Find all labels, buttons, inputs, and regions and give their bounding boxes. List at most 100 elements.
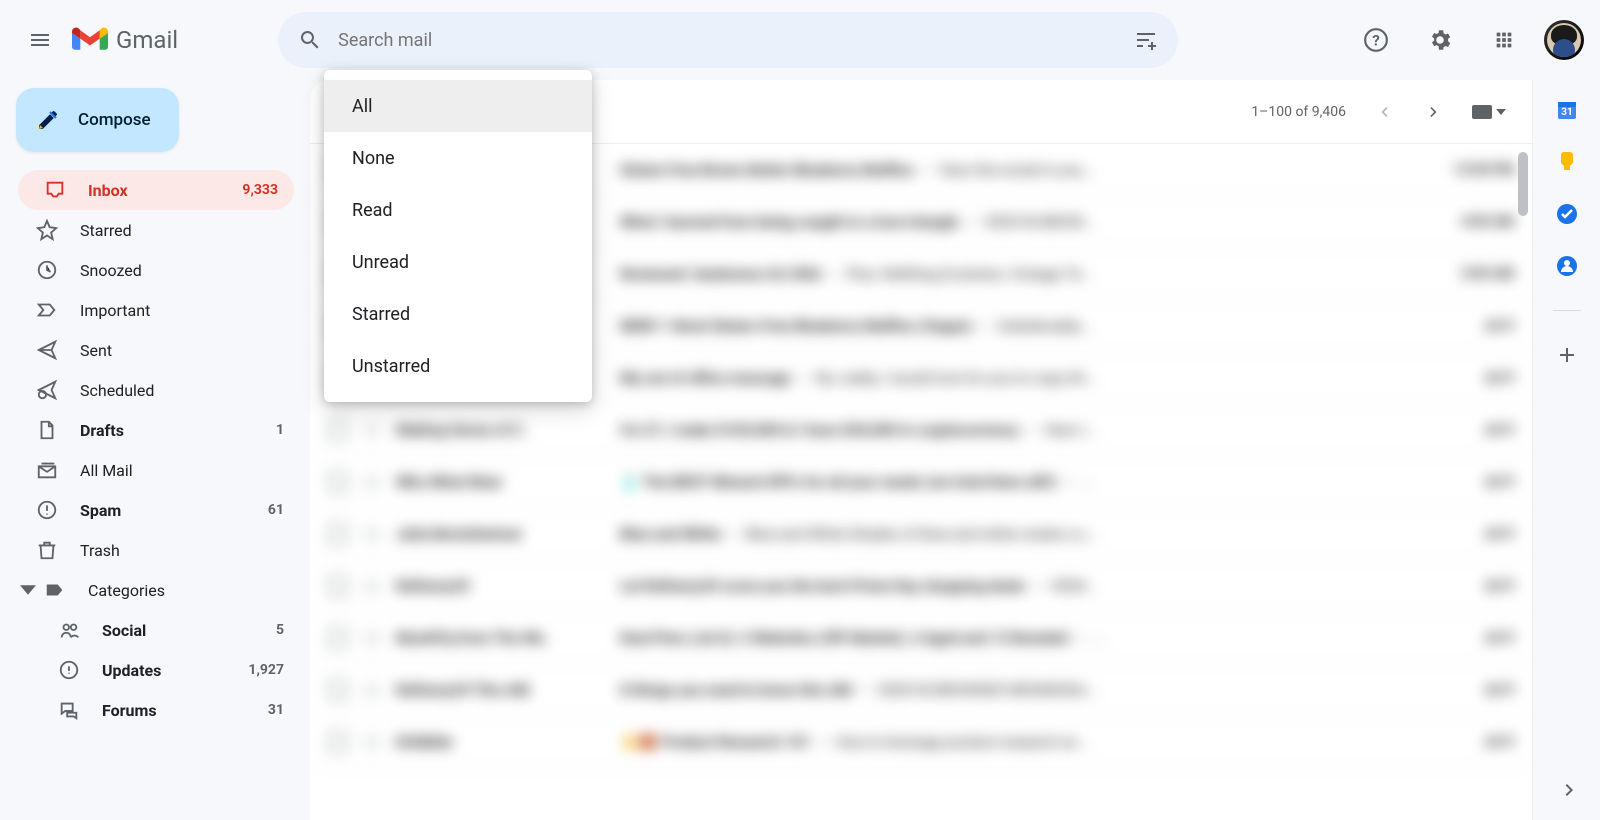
add-addon-button[interactable] [1555,343,1579,367]
sidebar-item-count: 61 [268,502,284,518]
sidebar-item-label: Drafts [80,421,254,440]
email-checkbox[interactable] [328,472,348,492]
sidebar-item-count: 5 [276,622,284,638]
gmail-logo[interactable]: Gmail [72,26,178,54]
email-date: Jul 9 [1434,526,1514,542]
email-row[interactable]: Dribbble 👋🏀 Product Research 101 – How t… [310,716,1532,768]
email-row[interactable]: Julia Berolzheimer Blue and White – Blue… [310,508,1532,560]
sidebar-item-count: 1,927 [248,662,284,678]
rail-divider [1553,310,1581,311]
tasks-icon[interactable] [1555,202,1579,226]
select-menu-starred[interactable]: Starred [324,288,592,340]
email-subject: Reviewed: Sanbrenzo SL100A – Plus: Refit… [620,265,1420,283]
support-button[interactable]: ? [1352,16,1400,64]
older-button[interactable] [1414,92,1454,132]
star-icon[interactable] [362,732,382,752]
sidebar-item-starred[interactable]: Starred [10,210,300,250]
calendar-icon[interactable]: 31 [1555,98,1579,122]
pagination-info: 1–100 of 9,406 [1251,104,1346,120]
clock-icon [36,259,58,281]
product-name: Gmail [116,26,178,54]
select-menu-none[interactable]: None [324,132,592,184]
sidebar-item-important[interactable]: Important [10,290,300,330]
select-menu-read[interactable]: Read [324,184,592,236]
apps-button[interactable] [1480,16,1528,64]
sidebar-item-count: 31 [268,702,284,718]
select-menu-all[interactable]: All [324,80,592,132]
email-row[interactable]: Who What Wear 🧴 The BEST Mineral SPFs fo… [310,456,1532,508]
sidebar-category-updates[interactable]: Updates 1,927 [32,650,300,690]
sidebar-item-snoozed[interactable]: Snoozed [10,250,300,290]
svg-text:31: 31 [1561,107,1572,118]
sidebar-item-label: Trash [80,541,262,560]
svg-text:?: ? [1372,31,1380,49]
sidebar-category-forums[interactable]: Forums 31 [32,690,300,730]
trash-icon [36,539,58,561]
star-icon[interactable] [362,576,382,596]
sidebar-item-spam[interactable]: Spam 61 [10,490,300,530]
email-date: Jul 9 [1434,578,1514,594]
compose-label: Compose [78,110,151,130]
star-icon[interactable] [362,420,382,440]
settings-button[interactable] [1416,16,1464,64]
contacts-icon[interactable] [1555,254,1579,278]
label-icon [44,579,66,601]
star-icon[interactable] [362,472,382,492]
star-icon[interactable] [362,628,382,648]
caret-down-icon [1496,109,1506,115]
email-checkbox[interactable] [328,628,348,648]
social-icon [58,619,80,641]
email-checkbox[interactable] [328,420,348,440]
email-row[interactable]: Making Sense of C. I'm 27, I make $105,0… [310,404,1532,456]
search-bar[interactable] [278,12,1178,68]
gmail-m-icon [72,26,108,54]
email-checkbox[interactable] [328,732,348,752]
select-menu-unstarred[interactable]: Unstarred [324,340,592,392]
sidebar-item-label: Snoozed [80,261,262,280]
email-checkbox[interactable] [328,680,348,700]
email-sender: Refinery29 [396,577,606,595]
search-options-icon[interactable] [1134,28,1158,52]
sidebar-category-social[interactable]: Social 5 [32,610,300,650]
account-avatar[interactable] [1544,20,1584,60]
forums-icon [58,699,80,721]
sidebar-item-trash[interactable]: Trash [10,530,300,570]
email-date: Jul 9 [1434,318,1514,334]
email-date: Jul 9 [1434,370,1514,386]
hide-side-panel-button[interactable] [1558,778,1582,802]
apps-grid-icon [1493,29,1515,51]
sidebar-item-drafts[interactable]: Drafts 1 [10,410,300,450]
important-icon [36,299,58,321]
email-sender: Refinery29 This AM [396,681,606,699]
sidebar-item-scheduled[interactable]: Scheduled [10,370,300,410]
star-icon[interactable] [362,524,382,544]
compose-button[interactable]: Compose [16,88,179,152]
email-checkbox[interactable] [328,524,348,544]
pencil-icon [36,108,60,132]
allmail-icon [36,459,58,481]
sidebar-item-count: 1 [276,422,284,438]
scrollbar-thumb[interactable] [1518,152,1528,216]
header: Gmail ? [0,0,1600,80]
sidebar-item-sent[interactable]: Sent [10,330,300,370]
email-sender: Julia Berolzheimer [396,525,606,543]
star-icon[interactable] [362,680,382,700]
main-menu-button[interactable] [16,16,64,64]
sidebar-item-label: Sent [80,341,262,360]
select-dropdown-menu: AllNoneReadUnreadStarredUnstarred [324,70,592,402]
sidebar-item-inbox[interactable]: Inbox 9,333 [18,170,294,210]
newer-button[interactable] [1364,92,1404,132]
search-input[interactable] [338,30,1118,51]
email-date: Jul 9 [1434,474,1514,490]
email-row[interactable]: MushFiq from The We. Deal Flow (Jul 6): … [310,612,1532,664]
sidebar-categories-toggle[interactable]: Categories [10,570,310,610]
sidebar-item-all-mail[interactable]: All Mail [10,450,300,490]
inbox-icon [44,179,66,201]
email-row[interactable]: Refinery29 This AM 8 things you need to … [310,664,1532,716]
select-menu-unread[interactable]: Unread [324,236,592,288]
schedule-icon [36,379,58,401]
email-row[interactable]: Refinery29 Let Refinery29 score you the … [310,560,1532,612]
input-tools-button[interactable] [1464,105,1514,119]
email-checkbox[interactable] [328,576,348,596]
keep-icon[interactable] [1555,150,1579,174]
